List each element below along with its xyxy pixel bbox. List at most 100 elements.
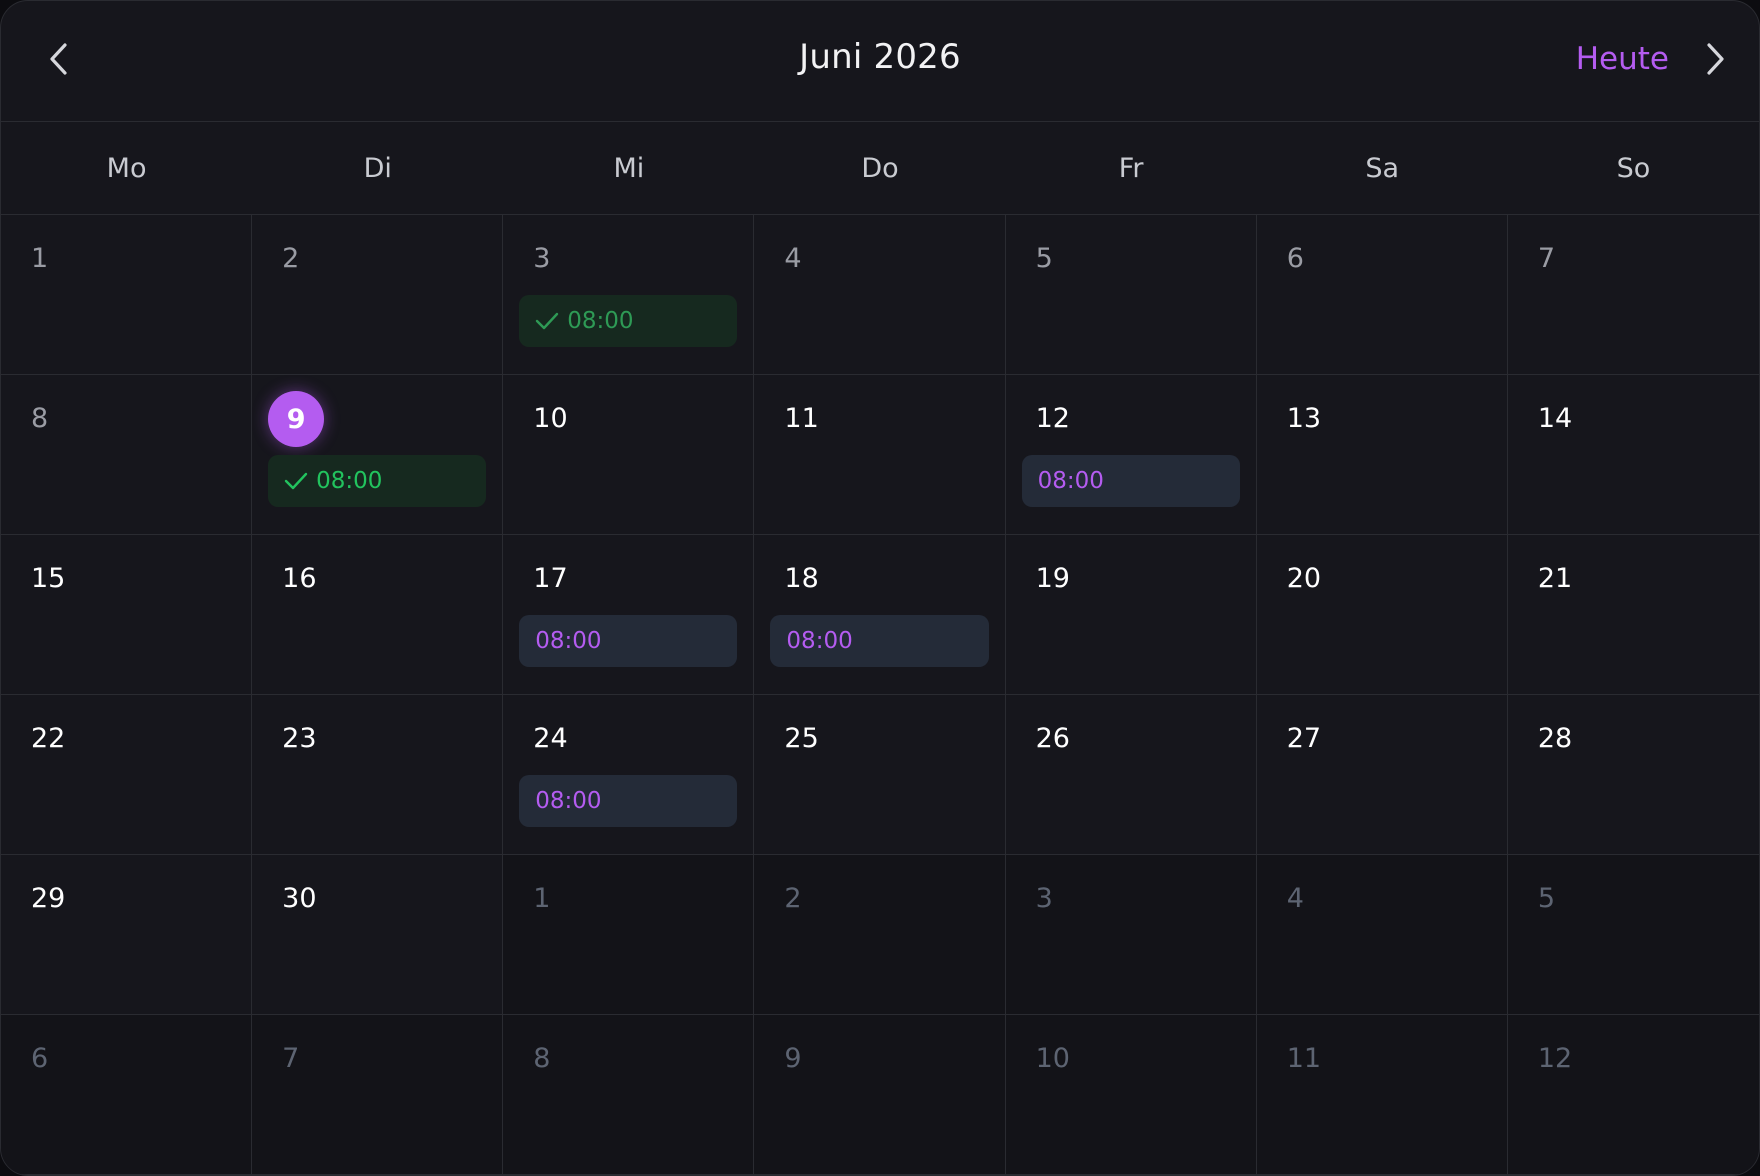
day-cell[interactable]: 15 <box>1 535 253 695</box>
day-cell[interactable]: 1 <box>1 215 253 375</box>
day-cell[interactable]: 29 <box>1 855 253 1015</box>
day-number: 13 <box>1286 403 1322 434</box>
day-cell[interactable]: 30 <box>252 855 504 1015</box>
day-number: 2 <box>784 883 802 914</box>
day-cell[interactable]: 9 <box>754 1015 1006 1175</box>
event-chip-done[interactable]: 08:00 <box>519 295 738 347</box>
day-number: 5 <box>1035 243 1053 274</box>
day-cell[interactable]: 28 <box>1507 695 1759 855</box>
day-cell[interactable]: 21 <box>1507 535 1759 695</box>
weekday-label: Sa <box>1365 152 1400 184</box>
day-cell[interactable]: 2 <box>754 855 1006 1015</box>
day-cell[interactable]: 11 <box>1256 1015 1508 1175</box>
day-number: 17 <box>533 563 568 594</box>
weekday-header-row: Mo Di Mi Do Fr Sa So <box>1 122 1759 215</box>
day-cell[interactable]: 8 <box>503 1015 755 1175</box>
day-number: 11 <box>1286 1043 1322 1074</box>
event-chip-done[interactable]: 08:00 <box>268 455 487 507</box>
day-cell[interactable]: 12 08:00 <box>1005 375 1257 535</box>
day-cell[interactable]: 18 08:00 <box>754 535 1006 695</box>
event-chip[interactable]: 08:00 <box>770 615 989 667</box>
day-number: 3 <box>1035 883 1053 914</box>
event-chip[interactable]: 08:00 <box>1021 455 1240 507</box>
day-number: 27 <box>1286 723 1322 754</box>
event-time: 08:00 <box>1037 468 1104 494</box>
day-number: 14 <box>1537 403 1573 434</box>
day-number: 4 <box>1286 883 1304 914</box>
today-button[interactable]: Heute <box>1576 41 1669 77</box>
day-cell[interactable]: 5 <box>1507 855 1759 1015</box>
event-time: 08:00 <box>316 468 383 494</box>
day-number: 10 <box>1035 1043 1070 1074</box>
day-number: 19 <box>1035 563 1070 594</box>
day-cell[interactable]: 12 <box>1507 1015 1759 1175</box>
chevron-right-icon <box>1707 43 1724 75</box>
day-number: 6 <box>1286 243 1304 274</box>
day-cell[interactable]: 10 <box>1005 1015 1257 1175</box>
next-month-button[interactable] <box>1695 39 1735 79</box>
day-cell[interactable]: 8 <box>1 375 253 535</box>
day-number: 5 <box>1537 883 1556 914</box>
day-cell[interactable]: 11 <box>754 375 1006 535</box>
event-chip[interactable]: 08:00 <box>519 615 738 667</box>
day-number: 8 <box>533 1043 551 1074</box>
day-number: 2 <box>282 243 300 274</box>
check-icon-wrapper <box>284 471 308 491</box>
day-number: 21 <box>1537 563 1573 594</box>
day-cell[interactable]: 17 08:00 <box>503 535 755 695</box>
day-number: 1 <box>533 883 551 914</box>
day-cell[interactable]: 7 <box>252 1015 504 1175</box>
day-cell[interactable]: 1 <box>503 855 755 1015</box>
day-number: 30 <box>282 883 317 914</box>
event-time: 08:00 <box>786 628 853 654</box>
weekday-label: Do <box>861 152 899 184</box>
day-cell[interactable]: 4 <box>754 215 1006 375</box>
month-title: Juni 2026 <box>799 37 961 77</box>
event-time: 08:00 <box>535 628 602 654</box>
day-cell[interactable]: 14 <box>1507 375 1759 535</box>
day-cell[interactable]: 24 08:00 <box>503 695 755 855</box>
day-number: 25 <box>784 723 819 754</box>
day-number: 9 <box>784 1043 802 1074</box>
day-cell-today[interactable]: 9 08:00 <box>252 375 504 535</box>
day-number: 12 <box>1537 1043 1573 1074</box>
day-cell[interactable]: 25 <box>754 695 1006 855</box>
weekday-label: Fr <box>1118 152 1144 184</box>
day-number: 23 <box>282 723 317 754</box>
day-number: 20 <box>1286 563 1322 594</box>
day-number: 22 <box>31 723 66 754</box>
day-cell[interactable]: 20 <box>1256 535 1508 695</box>
day-cell[interactable]: 27 <box>1256 695 1508 855</box>
day-cell[interactable]: 4 <box>1256 855 1508 1015</box>
day-cell[interactable]: 7 <box>1507 215 1759 375</box>
day-number: 12 <box>1035 403 1070 434</box>
day-cell[interactable]: 3 <box>1005 855 1257 1015</box>
weekday-label: So <box>1616 152 1651 184</box>
day-number: 7 <box>282 1043 300 1074</box>
day-cell[interactable]: 13 <box>1256 375 1508 535</box>
day-number: 8 <box>31 403 49 434</box>
check-icon <box>536 312 559 330</box>
calendar: Juni 2026 Heute Mo Di Mi Do Fr Sa So 123… <box>0 0 1760 1176</box>
day-cell[interactable]: 23 <box>252 695 504 855</box>
day-number: 29 <box>31 883 66 914</box>
day-grid: 1 2 3 08:00 4 5 6 7 8 9 08:00 10 11 12 08:00 13 14 15 16 17… <box>1 215 1759 1175</box>
day-number: 3 <box>533 243 551 274</box>
day-cell[interactable]: 19 <box>1005 535 1257 695</box>
day-number: 1 <box>31 243 49 274</box>
day-cell[interactable]: 16 <box>252 535 504 695</box>
day-number: 24 <box>533 723 568 754</box>
day-cell[interactable]: 5 <box>1005 215 1257 375</box>
day-cell[interactable]: 10 <box>503 375 755 535</box>
day-cell[interactable]: 26 <box>1005 695 1257 855</box>
day-cell[interactable]: 3 08:00 <box>503 215 755 375</box>
day-number: 4 <box>784 243 802 274</box>
event-chip[interactable]: 08:00 <box>519 775 738 827</box>
day-cell[interactable]: 2 <box>252 215 504 375</box>
day-number: 11 <box>784 403 819 434</box>
day-cell[interactable]: 22 <box>1 695 253 855</box>
day-cell[interactable]: 6 <box>1256 215 1508 375</box>
day-number: 16 <box>282 563 317 594</box>
day-cell[interactable]: 6 <box>1 1015 253 1175</box>
day-number: 7 <box>1537 243 1556 274</box>
